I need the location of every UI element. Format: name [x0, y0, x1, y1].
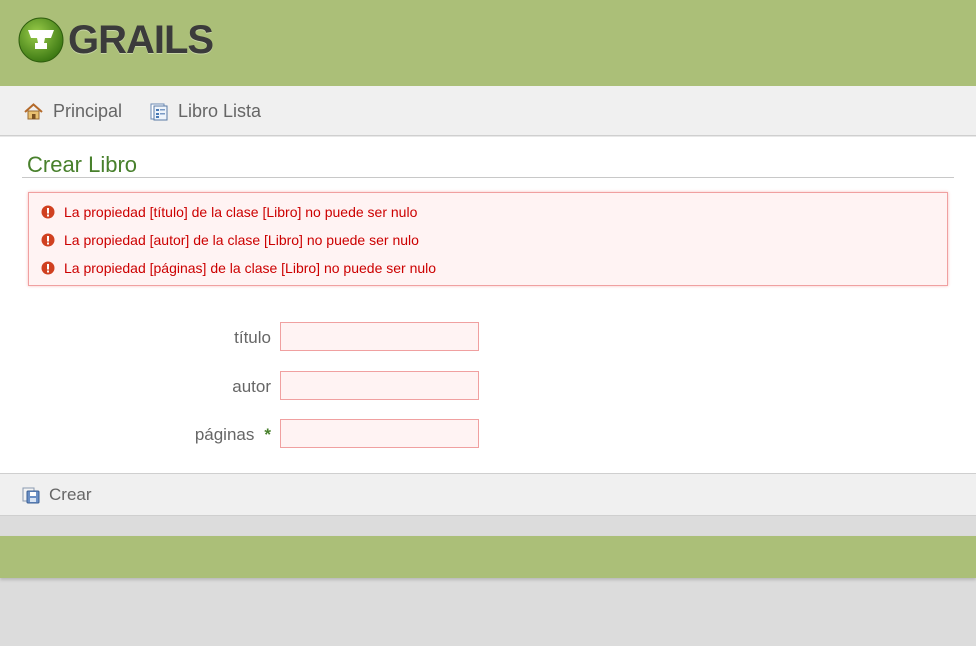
error-message: La propiedad [páginas] de la clase [Libr…	[64, 260, 437, 276]
nav-item-label: Libro Lista	[178, 101, 262, 121]
create-button-label: Crear	[49, 485, 92, 504]
nav-item-principal[interactable]: Principal	[24, 101, 122, 122]
list-icon	[150, 103, 168, 120]
grails-logo[interactable]: GRAILS	[18, 17, 214, 63]
error-message: La propiedad [autor] de la clase [Libro]…	[64, 232, 419, 248]
error-icon	[41, 233, 55, 247]
paginas-label-text: páginas	[194, 425, 255, 444]
home-icon	[24, 103, 43, 120]
save-icon	[22, 487, 40, 504]
nav-item-label: Principal	[53, 101, 123, 121]
error-icon	[41, 261, 55, 275]
error-message: La propiedad [título] de la clase [Libro…	[64, 204, 418, 220]
required-indicator: *	[264, 425, 271, 444]
titulo-label: título	[71, 328, 271, 348]
paginas-label: páginas *	[71, 425, 271, 445]
titulo-input[interactable]	[280, 322, 479, 351]
nav-item-libro-lista[interactable]: Libro Lista	[150, 101, 261, 122]
autor-input[interactable]	[280, 371, 479, 400]
paginas-input[interactable]	[280, 419, 479, 448]
button-bar: Crear	[0, 473, 976, 516]
page-title: Crear Libro	[27, 152, 138, 177]
app-header: GRAILS	[0, 0, 976, 86]
error-icon	[41, 205, 55, 219]
grails-cup-icon	[18, 17, 64, 63]
error-list: La propiedad [título] de la clase [Libro…	[28, 192, 948, 286]
autor-label-text: autor	[232, 377, 271, 396]
error-item: La propiedad [autor] de la clase [Libro]…	[41, 232, 419, 248]
create-button[interactable]: Crear	[22, 485, 92, 505]
title-divider	[22, 177, 954, 178]
logo-text: GRAILS	[68, 18, 214, 62]
main-content: Principal Libro Lista Crear Libro La pro…	[0, 86, 976, 516]
error-item: La propiedad [páginas] de la clase [Libr…	[41, 260, 436, 276]
titulo-label-text: título	[234, 328, 271, 347]
app-footer	[0, 536, 976, 578]
autor-label: autor	[71, 377, 271, 397]
nav-bar: Principal Libro Lista	[0, 86, 976, 136]
error-item: La propiedad [título] de la clase [Libro…	[41, 204, 417, 220]
